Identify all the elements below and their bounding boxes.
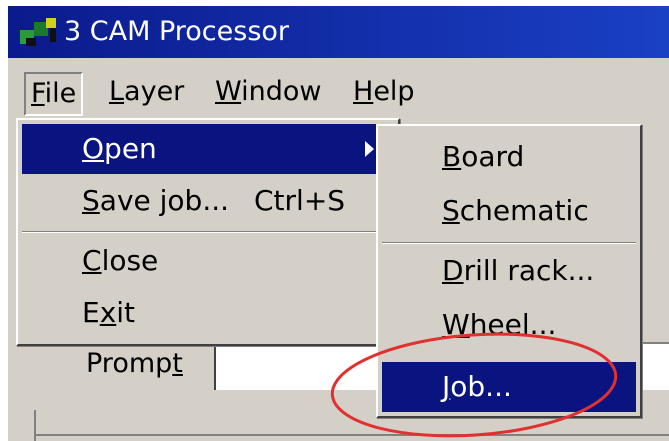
submenu-item-drill-rack[interactable]: Drill rack... (382, 246, 636, 296)
file-menu: Open Save job... Ctrl+S Close Exit (16, 118, 400, 346)
menu-help[interactable]: Help (348, 72, 420, 112)
menu-item-save-job[interactable]: Save job... Ctrl+S (22, 176, 394, 226)
menu-window[interactable]: Window (210, 72, 326, 112)
menu-item-close[interactable]: Close (22, 236, 394, 286)
title-bar[interactable]: 3 CAM Processor (8, 6, 669, 58)
menu-item-open[interactable]: Open (22, 124, 394, 174)
menu-item-exit[interactable]: Exit (22, 288, 394, 338)
menu-layer[interactable]: Layer (104, 72, 189, 112)
app-icon (20, 18, 56, 46)
menu-separator (22, 231, 394, 233)
open-submenu: Board Schematic Drill rack... Wheel... J… (376, 124, 642, 418)
save-job-shortcut: Ctrl+S (254, 184, 346, 217)
frame-border (34, 434, 669, 436)
menu-file[interactable]: File (24, 72, 84, 116)
submenu-item-schematic[interactable]: Schematic (382, 186, 636, 236)
submenu-item-job[interactable]: Job... (382, 362, 636, 412)
frame-border (34, 410, 36, 441)
submenu-item-wheel[interactable]: Wheel... (382, 300, 636, 350)
prompt-label: Prompt (86, 348, 183, 379)
menu-bar: File Layer Window Help (8, 58, 669, 120)
submenu-arrow-icon (365, 141, 374, 157)
submenu-item-board[interactable]: Board (382, 132, 636, 182)
window-title: 3 CAM Processor (64, 16, 290, 47)
menu-separator (382, 242, 636, 244)
